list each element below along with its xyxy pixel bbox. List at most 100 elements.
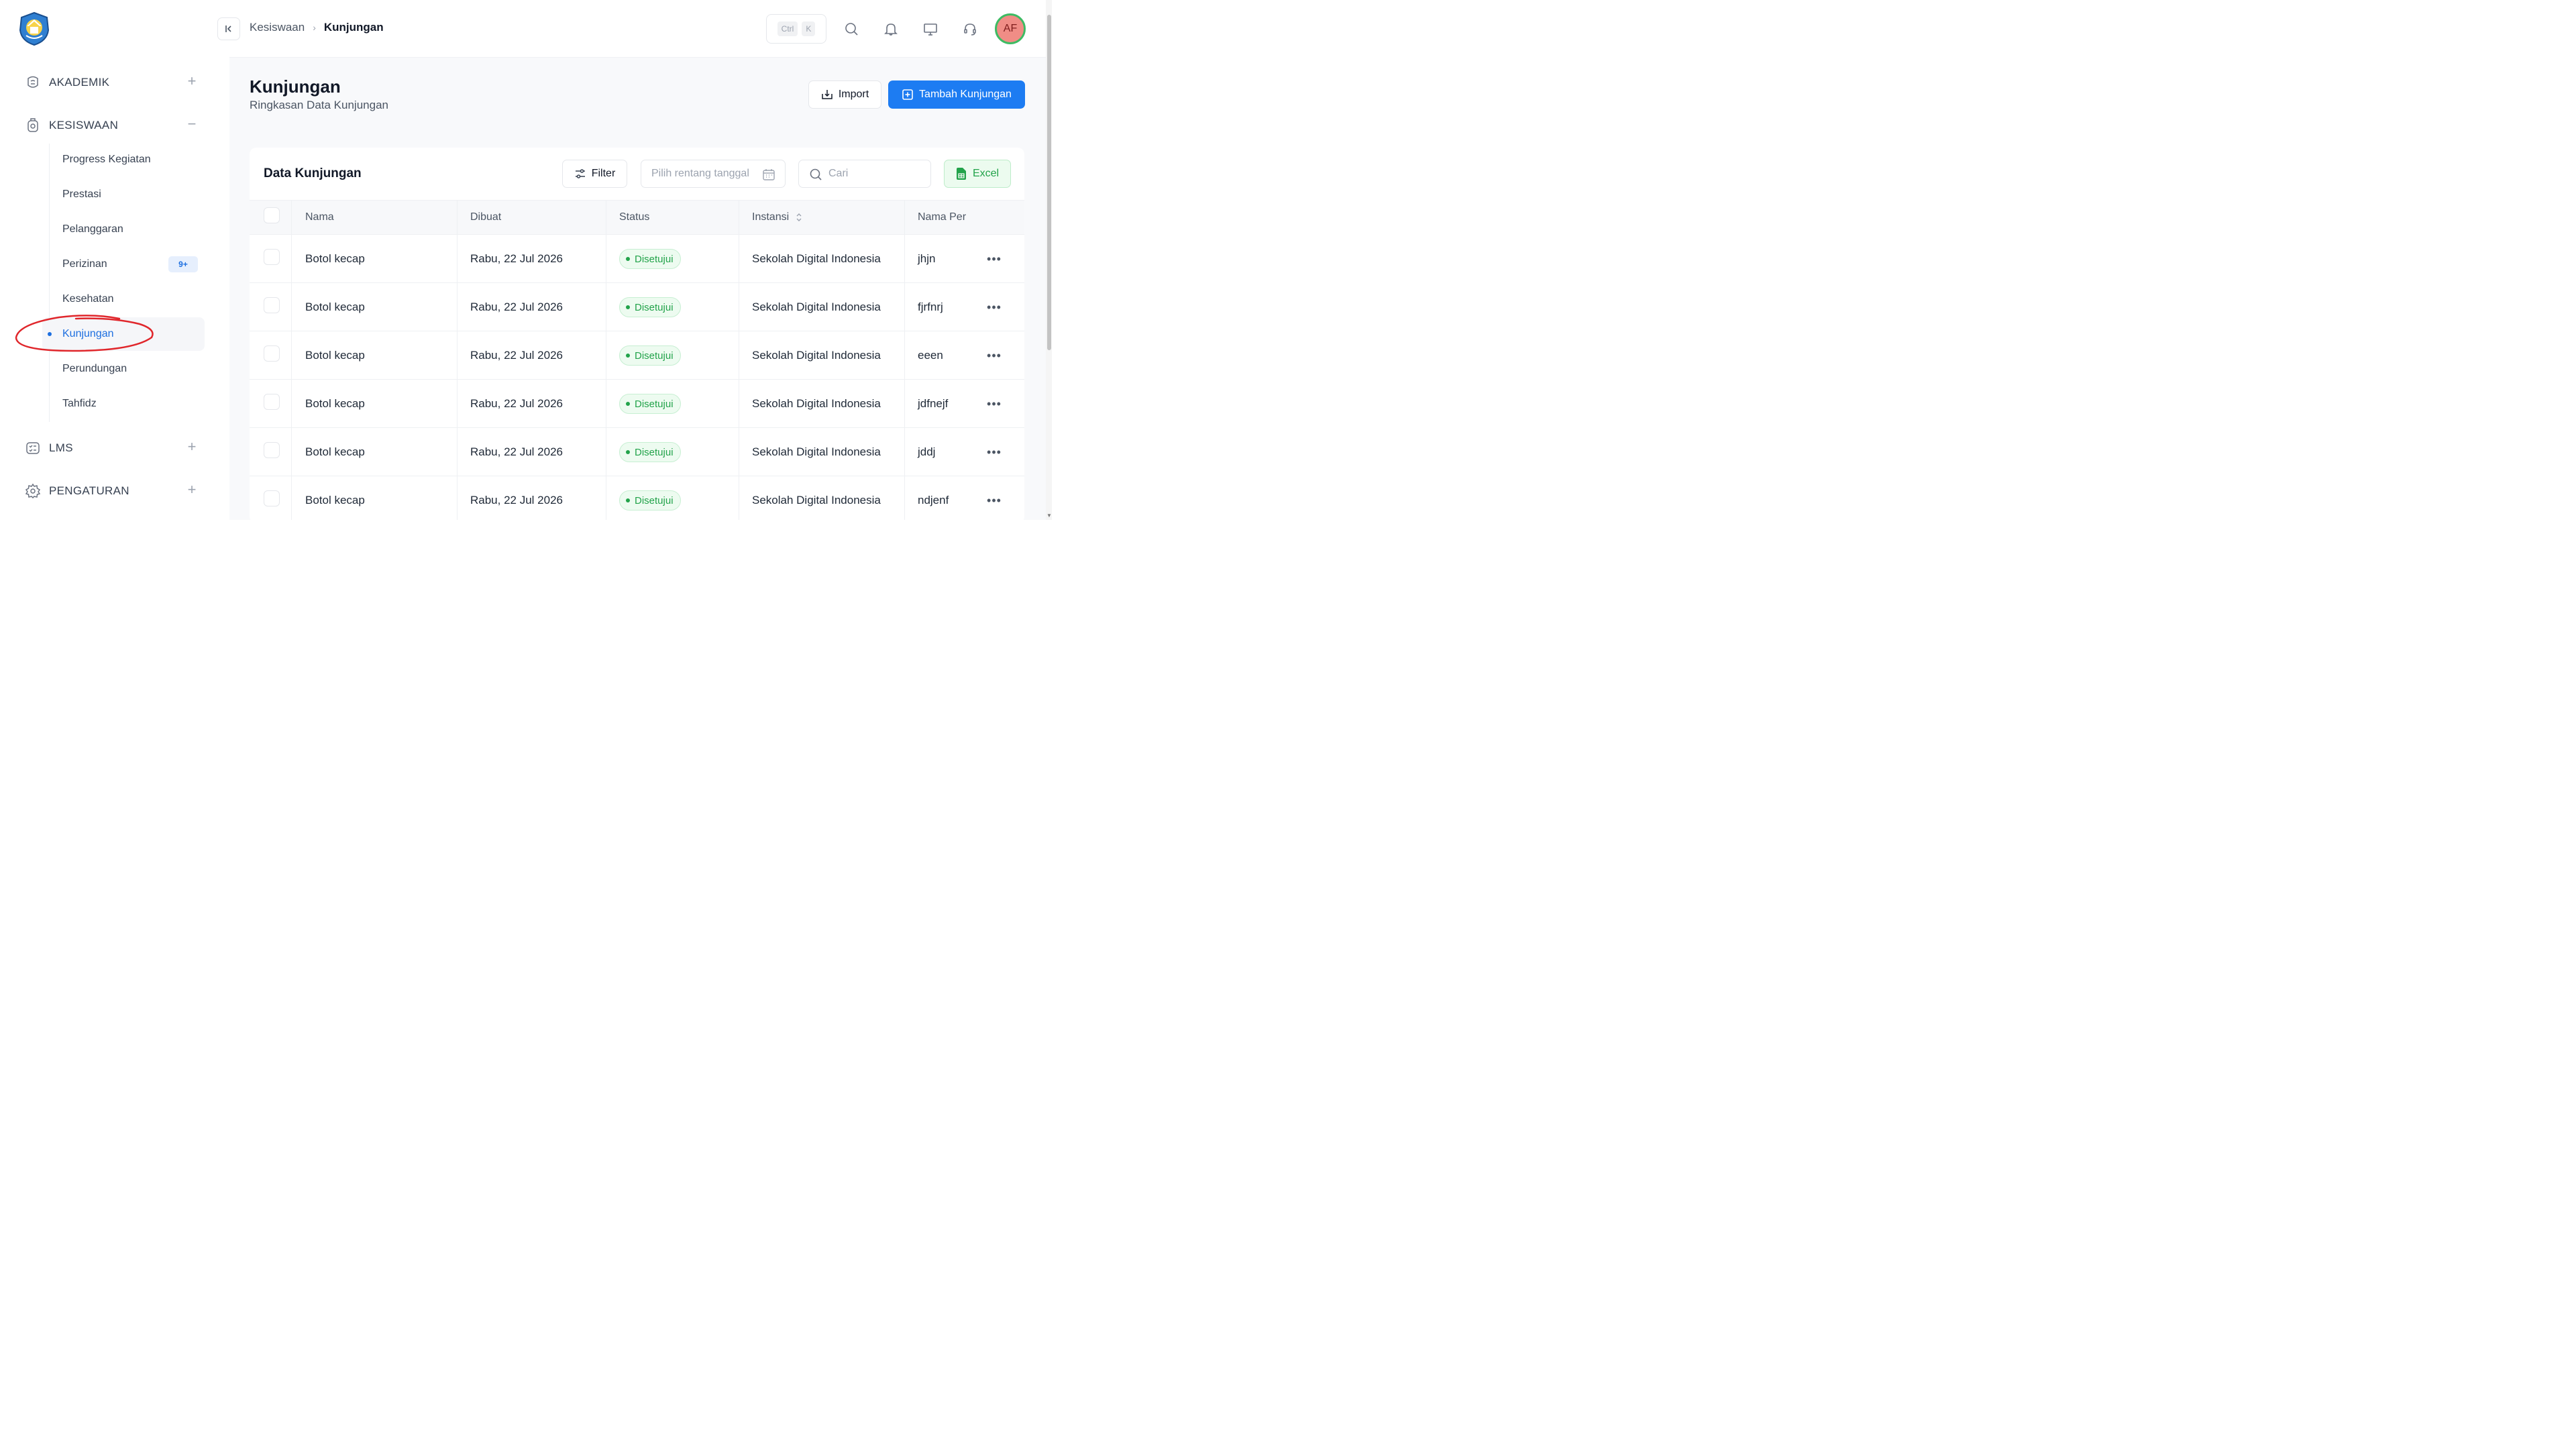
more-options-icon[interactable]: •••	[986, 492, 1002, 508]
nav-section-akademik[interactable]: AKADEMIK +	[16, 68, 211, 97]
sidebar-item-perundungan[interactable]: Perundungan	[42, 352, 205, 386]
plus-square-icon	[902, 89, 913, 100]
scroll-down-icon[interactable]: ▼	[1046, 513, 1052, 519]
collapse-icon[interactable]: −	[185, 117, 199, 131]
cell-nama-per: jdfnejf	[918, 397, 949, 410]
headset-icon[interactable]	[959, 18, 981, 40]
k-key: K	[802, 21, 816, 36]
ctrl-key: Ctrl	[777, 21, 798, 36]
page-subtitle: Ringkasan Data Kunjungan	[250, 99, 388, 111]
import-icon	[822, 90, 833, 99]
column-header-nama[interactable]: Nama	[305, 201, 334, 234]
collapse-sidebar-button[interactable]	[217, 17, 240, 40]
status-badge: Disetujui	[619, 442, 681, 462]
more-options-icon[interactable]: •••	[986, 251, 1002, 267]
cell-dibuat: Rabu, 22 Jul 2026	[470, 301, 563, 313]
cell-nama: Botol kecap	[305, 301, 365, 313]
command-shortcut-button[interactable]: Ctrl K	[766, 14, 826, 44]
more-options-icon[interactable]: •••	[986, 444, 1002, 460]
avatar[interactable]: AF	[995, 13, 1026, 44]
status-dot	[626, 305, 630, 309]
student-icon	[24, 117, 42, 134]
sidebar-item-label: Kesehatan	[62, 293, 114, 305]
search-input[interactable]: Cari	[798, 160, 931, 188]
cell-dibuat: Rabu, 22 Jul 2026	[470, 494, 563, 506]
cell-instansi: Sekolah Digital Indonesia	[752, 349, 881, 362]
sidebar-item-perizinan[interactable]: Perizinan 9+	[42, 248, 205, 281]
calendar-icon	[763, 169, 775, 180]
filter-button[interactable]: Filter	[562, 160, 627, 188]
expand-icon[interactable]: +	[185, 482, 199, 497]
cell-nama-per: ndjenf	[918, 494, 949, 506]
cell-nama-per: fjrfnrj	[918, 301, 943, 313]
cell-nama: Botol kecap	[305, 252, 365, 265]
table-title: Data Kunjungan	[264, 166, 362, 180]
column-header-instansi[interactable]: Instansi	[752, 201, 802, 234]
scrollbar-thumb[interactable]	[1047, 15, 1051, 350]
sidebar-item-tahfidz[interactable]: Tahfidz	[42, 387, 205, 421]
row-checkbox[interactable]	[264, 490, 280, 506]
table-row[interactable]: Botol kecap Rabu, 22 Jul 2026 Disetujui …	[250, 235, 1024, 283]
sidebar-item-pelanggaran[interactable]: Pelanggaran	[42, 213, 205, 246]
nav-section-pengaturan[interactable]: PENGATURAN +	[16, 476, 211, 506]
academic-icon	[24, 74, 42, 91]
notification-badge: 9+	[168, 256, 198, 272]
more-options-icon[interactable]: •••	[986, 347, 1002, 364]
excel-button-label: Excel	[972, 168, 1000, 179]
row-checkbox[interactable]	[264, 345, 280, 362]
row-checkbox[interactable]	[264, 249, 280, 265]
sidebar-item-label: Prestasi	[62, 189, 101, 200]
nav-section-label: KESISWAAN	[49, 119, 119, 131]
bell-icon[interactable]	[880, 18, 902, 40]
table-row[interactable]: Botol kecap Rabu, 22 Jul 2026 Disetujui …	[250, 476, 1024, 520]
column-header-dibuat[interactable]: Dibuat	[470, 201, 501, 234]
status-badge: Disetujui	[619, 249, 681, 269]
breadcrumb-parent[interactable]: Kesiswaan	[250, 21, 305, 34]
more-options-icon[interactable]: •••	[986, 396, 1002, 412]
status-label: Disetujui	[635, 350, 674, 362]
column-header-nama-per[interactable]: Nama Per	[918, 201, 966, 234]
status-label: Disetujui	[635, 301, 674, 313]
table-row[interactable]: Botol kecap Rabu, 22 Jul 2026 Disetujui …	[250, 283, 1024, 331]
expand-icon[interactable]: +	[185, 439, 199, 454]
more-options-icon[interactable]: •••	[986, 299, 1002, 315]
nav-section-lms[interactable]: LMS +	[16, 433, 211, 463]
row-checkbox[interactable]	[264, 297, 280, 313]
search-icon	[810, 168, 822, 180]
column-header-status[interactable]: Status	[619, 201, 649, 234]
monitor-icon[interactable]	[920, 18, 941, 40]
add-kunjungan-button[interactable]: Tambah Kunjungan	[888, 80, 1025, 109]
date-range-input[interactable]: Pilih rentang tanggal	[641, 160, 786, 188]
search-icon[interactable]	[841, 18, 862, 40]
table-row[interactable]: Botol kecap Rabu, 22 Jul 2026 Disetujui …	[250, 331, 1024, 380]
breadcrumb: Kesiswaan › Kunjungan	[250, 21, 384, 34]
nav-section-label: LMS	[49, 441, 73, 454]
import-button[interactable]: Import	[808, 80, 881, 109]
sidebar-item-progress-kegiatan[interactable]: Progress Kegiatan	[42, 143, 205, 176]
cell-instansi: Sekolah Digital Indonesia	[752, 445, 881, 458]
select-all-checkbox[interactable]	[264, 207, 280, 223]
cell-instansi: Sekolah Digital Indonesia	[752, 494, 881, 506]
data-table-card: Data Kunjungan Filter Pilih rentang tang…	[250, 148, 1024, 520]
lms-icon	[24, 439, 42, 457]
nav-section-kesiswaan[interactable]: KESISWAAN −	[16, 111, 211, 140]
app-window: AKADEMIK + KESISWAAN − Progress Kegiatan…	[0, 0, 1052, 520]
sidebar-item-label: Kunjungan	[62, 328, 114, 339]
nav-section-label: AKADEMIK	[49, 76, 110, 89]
cell-nama-per: jhjn	[918, 252, 936, 265]
row-checkbox[interactable]	[264, 394, 280, 410]
table-row[interactable]: Botol kecap Rabu, 22 Jul 2026 Disetujui …	[250, 380, 1024, 428]
export-excel-button[interactable]: Excel	[944, 160, 1011, 188]
table-row[interactable]: Botol kecap Rabu, 22 Jul 2026 Disetujui …	[250, 428, 1024, 476]
nav-section-label: PENGATURAN	[49, 484, 129, 497]
sidebar-item-prestasi[interactable]: Prestasi	[42, 178, 205, 211]
row-checkbox[interactable]	[264, 442, 280, 458]
expand-icon[interactable]: +	[185, 74, 199, 89]
sidebar-item-kunjungan[interactable]: Kunjungan	[42, 317, 205, 351]
status-dot	[626, 498, 630, 502]
cell-nama: Botol kecap	[305, 349, 365, 362]
import-button-label: Import	[838, 89, 869, 100]
cell-dibuat: Rabu, 22 Jul 2026	[470, 397, 563, 410]
sidebar-item-kesehatan[interactable]: Kesehatan	[42, 282, 205, 316]
active-indicator-dot	[48, 332, 52, 336]
